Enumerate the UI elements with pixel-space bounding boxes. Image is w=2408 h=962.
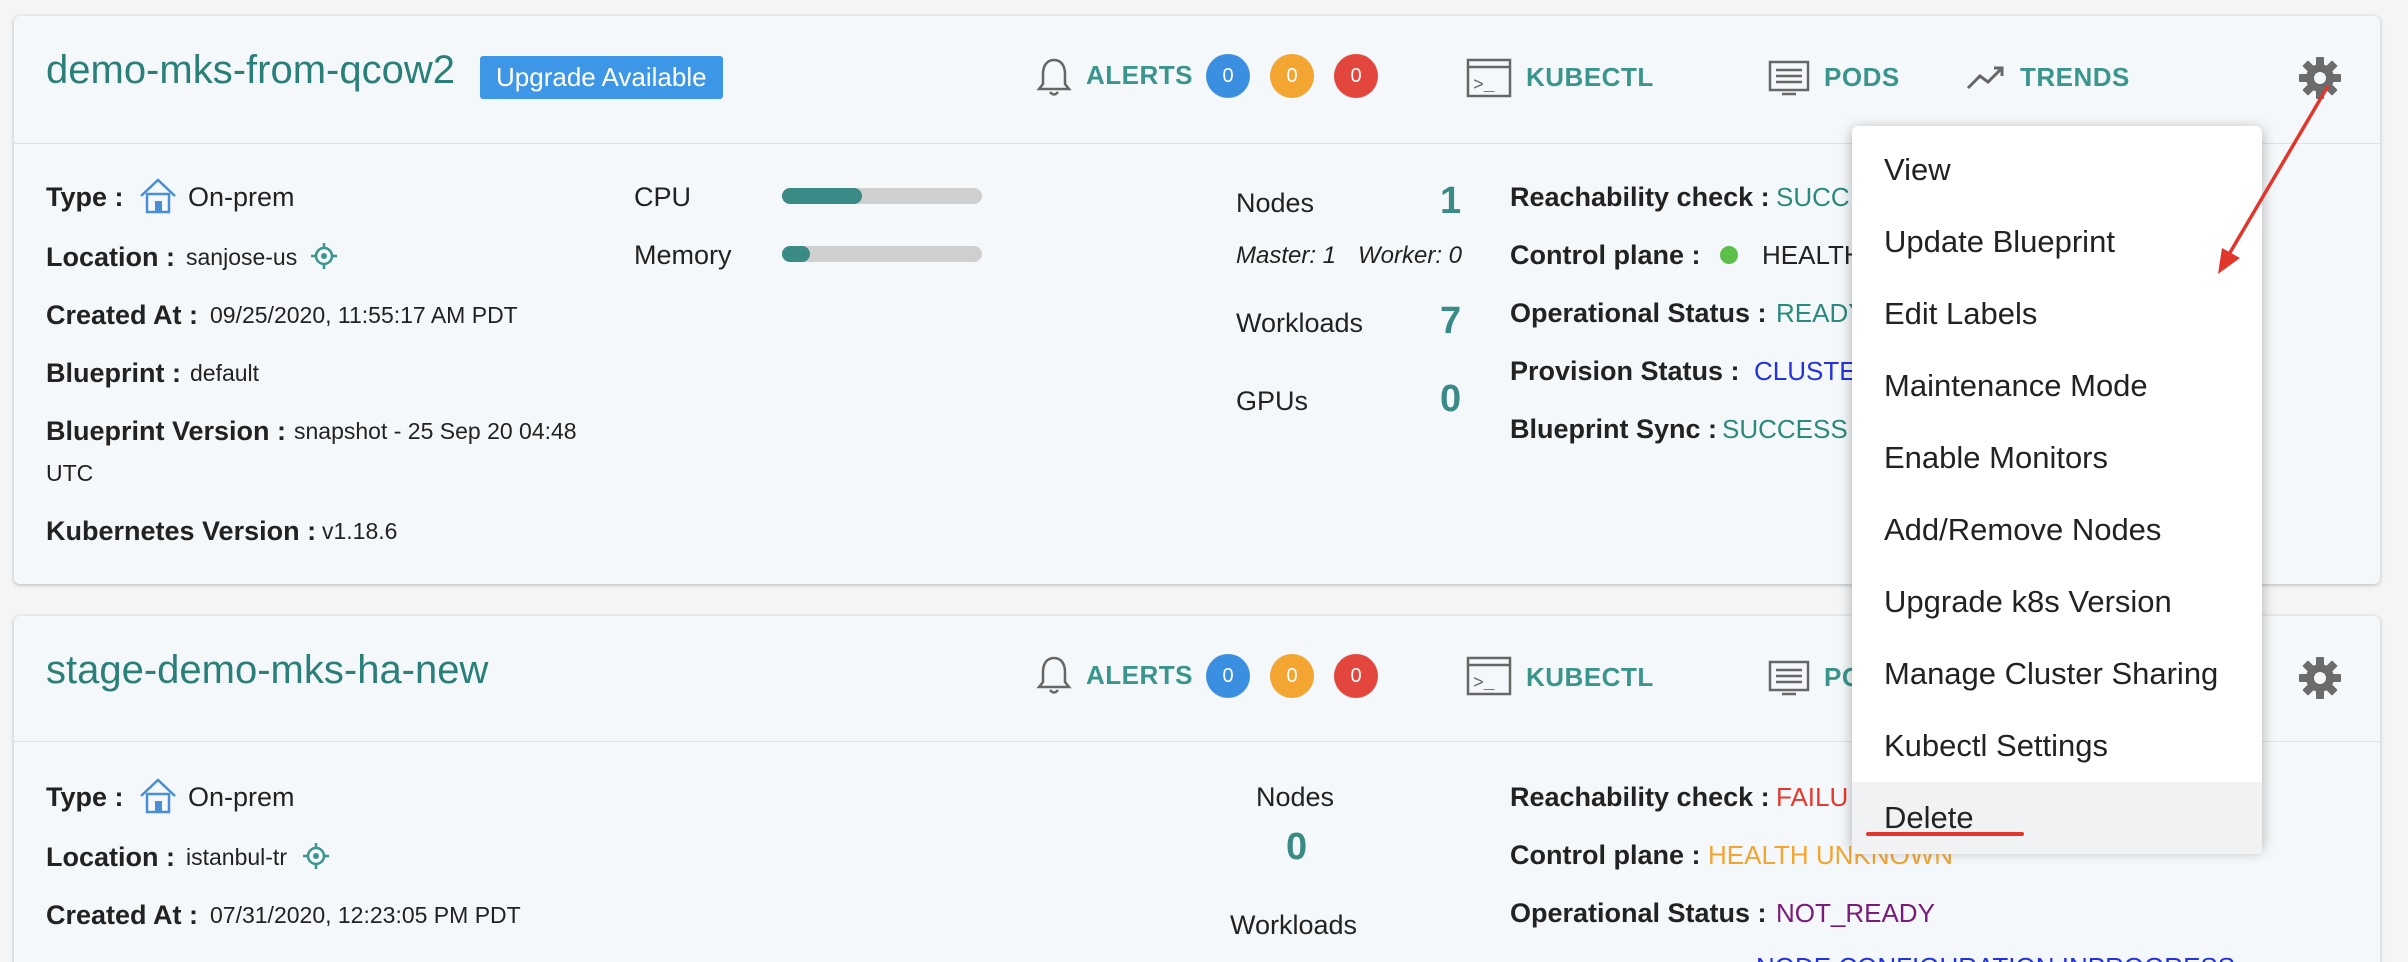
created-value: 07/31/2020, 12:23:05 PM PDT <box>210 902 521 928</box>
svg-text:>_: >_ <box>1473 674 1495 694</box>
terminal-icon[interactable]: >_ <box>1466 656 1512 696</box>
menu-item-kubectl-settings[interactable]: Kubectl Settings <box>1852 710 2262 782</box>
annotation-arrow <box>2218 85 2330 274</box>
trends-link[interactable]: TRENDS <box>2020 62 2130 93</box>
bell-icon[interactable] <box>1036 56 1072 98</box>
trend-icon[interactable] <box>1966 62 2006 92</box>
alerts-link[interactable]: ALERTS <box>1086 660 1193 691</box>
pods-link[interactable]: PODS <box>1824 62 1900 93</box>
location-value: istanbul-tr <box>186 844 287 870</box>
memory-usage-bar <box>782 246 982 262</box>
reachability-label: Reachability check : <box>1510 782 1770 812</box>
menu-item-manage-cluster-sharing[interactable]: Manage Cluster Sharing <box>1852 638 2262 710</box>
blueprint-label: Blueprint : <box>46 358 181 388</box>
delete-underline-annotation <box>1866 832 2024 836</box>
list-icon[interactable] <box>1768 60 1810 96</box>
location-label: Location : <box>46 242 175 272</box>
control-plane-label: Control plane : <box>1510 240 1701 270</box>
menu-item-edit-labels[interactable]: Edit Labels <box>1852 278 2262 350</box>
master-count: Master: 1 <box>1236 242 1337 269</box>
type-value: On-prem <box>188 782 295 812</box>
nodes-label: Nodes <box>1256 782 1335 812</box>
kubectl-link[interactable]: KUBECTL <box>1526 662 1654 693</box>
bell-icon[interactable] <box>1036 654 1072 696</box>
cpu-label: CPU <box>634 182 692 212</box>
location-icon[interactable] <box>302 842 330 870</box>
gpus-count[interactable]: 0 <box>1440 378 1461 421</box>
type-label: Type : <box>46 182 124 212</box>
worker-count: Worker: 0 <box>1358 242 1463 269</box>
cluster-name[interactable]: demo-mks-from-qcow2 <box>46 48 455 93</box>
alert-count-info[interactable]: 0 <box>1206 654 1250 698</box>
reachability-value: FAILU <box>1776 782 1849 812</box>
reachability-label: Reachability check : <box>1510 182 1770 212</box>
cluster-name[interactable]: stage-demo-mks-ha-new <box>46 648 488 693</box>
home-icon <box>140 778 176 814</box>
operational-status-label: Operational Status : <box>1510 298 1767 328</box>
memory-label: Memory <box>634 240 732 270</box>
menu-item-upgrade-k8s-version[interactable]: Upgrade k8s Version <box>1852 566 2262 638</box>
menu-item-enable-monitors[interactable]: Enable Monitors <box>1852 422 2262 494</box>
gear-icon[interactable] <box>2298 656 2342 700</box>
k8s-version-label: Kubernetes Version : <box>46 516 317 546</box>
created-label: Created At : <box>46 900 199 930</box>
alert-count-warning[interactable]: 0 <box>1270 654 1314 698</box>
blueprint-value: default <box>190 360 260 386</box>
k8s-version-value: v1.18.6 <box>322 518 398 544</box>
nodes-label: Nodes <box>1236 188 1315 218</box>
alerts-link[interactable]: ALERTS <box>1086 60 1193 91</box>
control-plane-value: HEALTH <box>1762 240 1863 270</box>
kubectl-link[interactable]: KUBECTL <box>1526 62 1654 93</box>
alert-count-warning[interactable]: 0 <box>1270 54 1314 98</box>
created-label: Created At : <box>46 300 199 330</box>
blueprint-version-value: snapshot - 25 Sep 20 04:48 <box>294 418 577 444</box>
nodes-count[interactable]: 0 <box>1286 826 1307 869</box>
menu-item-delete[interactable]: Delete <box>1852 782 2262 854</box>
workloads-label: Workloads <box>1236 308 1364 338</box>
alert-count-info[interactable]: 0 <box>1206 54 1250 98</box>
menu-item-add-remove-nodes[interactable]: Add/Remove Nodes <box>1852 494 2262 566</box>
type-label: Type : <box>46 782 124 812</box>
operational-status-value: NOT_READY <box>1776 898 1935 928</box>
provision-status-value: CLUSTE <box>1754 356 1857 386</box>
workloads-count[interactable]: 7 <box>1440 300 1461 343</box>
menu-item-maintenance-mode[interactable]: Maintenance Mode <box>1852 350 2262 422</box>
type-value: On-prem <box>188 182 295 212</box>
location-label: Location : <box>46 842 175 872</box>
upgrade-badge[interactable]: Upgrade Available <box>480 56 723 99</box>
created-value: 09/25/2020, 11:55:17 AM PDT <box>210 302 518 328</box>
blueprint-sync-label: Blueprint Sync : <box>1510 414 1718 444</box>
workloads-label: Workloads <box>1230 910 1358 940</box>
alert-count-critical[interactable]: 0 <box>1334 54 1378 98</box>
provision-status-value: NODE CONFIGURATION INPROGRESS <box>1756 952 2235 962</box>
terminal-icon[interactable]: >_ <box>1466 58 1512 98</box>
health-dot <box>1720 246 1738 264</box>
location-icon[interactable] <box>310 242 338 270</box>
reachability-value: SUCC <box>1776 182 1850 212</box>
gpus-label: GPUs <box>1236 386 1309 416</box>
svg-text:>_: >_ <box>1473 76 1495 96</box>
location-value: sanjose-us <box>186 244 298 270</box>
blueprint-version-label: Blueprint Version : <box>46 416 287 446</box>
list-icon[interactable] <box>1768 660 1810 696</box>
nodes-count[interactable]: 1 <box>1440 180 1461 223</box>
provision-status-label: Provision Status : <box>1510 356 1740 386</box>
blueprint-sync-value: SUCCESS <box>1722 414 1848 444</box>
operational-status-label: Operational Status : <box>1510 898 1767 928</box>
home-icon <box>140 178 176 214</box>
alert-count-critical[interactable]: 0 <box>1334 654 1378 698</box>
blueprint-version-value-cont: UTC <box>46 460 94 486</box>
cpu-usage-bar <box>782 188 982 204</box>
control-plane-label: Control plane : <box>1510 840 1701 870</box>
